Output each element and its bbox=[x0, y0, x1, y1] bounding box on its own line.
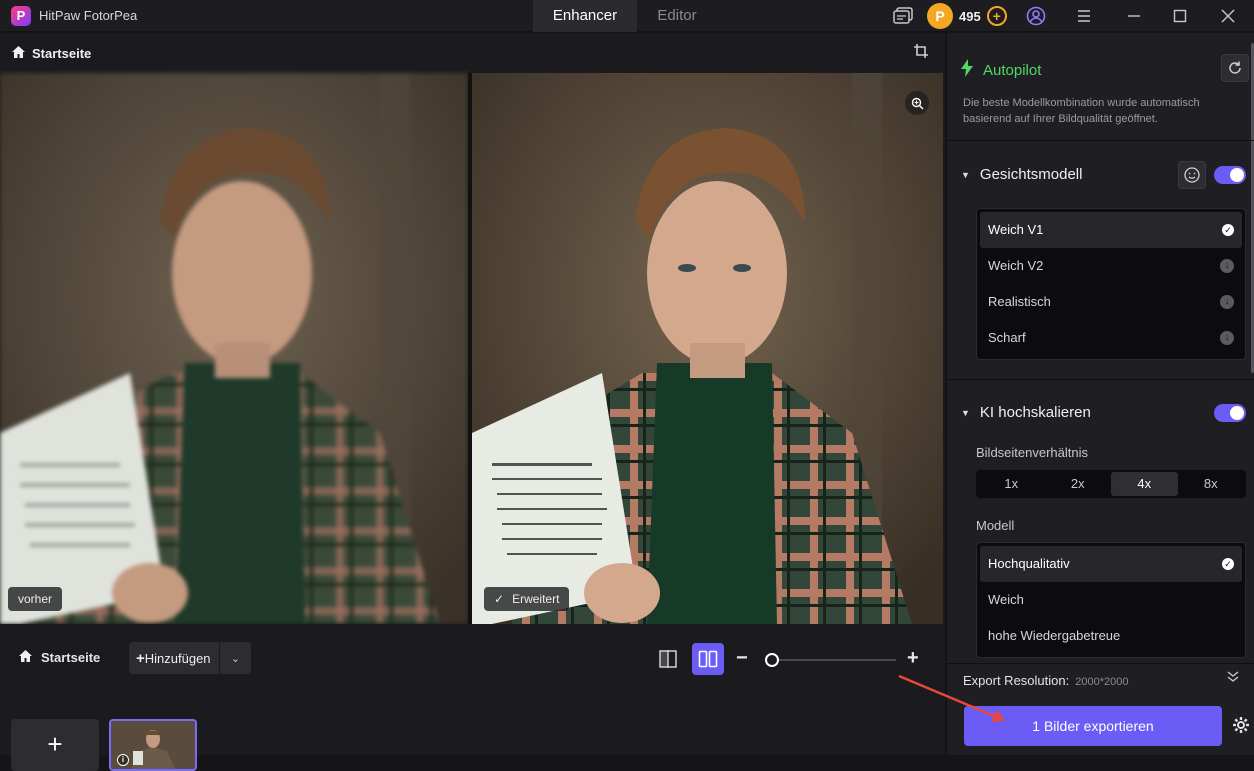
check-icon: ✓ bbox=[494, 592, 505, 606]
preview-pane: Startseite vorher ✓ Erweitert Startseite… bbox=[0, 33, 945, 771]
coin-icon: P bbox=[927, 3, 953, 29]
zoom-in-icon[interactable] bbox=[905, 91, 929, 115]
settings-panel: Autopilot Die beste Modellkombination wu… bbox=[946, 33, 1254, 755]
face-model-toggle[interactable] bbox=[1214, 166, 1246, 184]
add-images-button[interactable]: +Hinzufügen ⌄ bbox=[129, 642, 251, 674]
add-coins-icon[interactable]: + bbox=[986, 6, 1007, 26]
chevron-down-icon[interactable]: ⌄ bbox=[220, 652, 251, 665]
tab-enhancer[interactable]: Enhancer bbox=[533, 0, 637, 32]
coin-balance[interactable]: P 495 + bbox=[927, 3, 1007, 29]
add-thumbnail-button[interactable]: + bbox=[11, 719, 99, 771]
home-label: Startseite bbox=[41, 650, 101, 665]
before-label: vorher bbox=[8, 587, 63, 611]
image-thumbnail[interactable]: i bbox=[109, 719, 197, 771]
zoom-slider[interactable] bbox=[766, 659, 896, 661]
export-button[interactable]: 1 Bilder exportieren bbox=[964, 706, 1222, 746]
refresh-icon[interactable] bbox=[1221, 54, 1249, 82]
upscale-model-option[interactable]: hohe Wiedergabetreue bbox=[980, 618, 1242, 654]
crop-icon[interactable] bbox=[913, 43, 933, 63]
face-icon[interactable] bbox=[1178, 161, 1206, 189]
close-icon[interactable] bbox=[1216, 4, 1240, 28]
after-label: ✓ Erweitert bbox=[484, 587, 570, 611]
upscale-model-list: Hochqualitativ ✓ Weich hohe Wiedergabetre… bbox=[976, 542, 1246, 658]
breadcrumb-home[interactable]: Startseite bbox=[11, 45, 91, 62]
messages-icon[interactable] bbox=[891, 4, 915, 28]
caret-down-icon: ▼ bbox=[961, 407, 970, 418]
scale-option-4x[interactable]: 4x bbox=[1111, 472, 1178, 496]
app-name: HitPaw FotorPea bbox=[39, 8, 138, 23]
add-label: +Hinzufügen bbox=[136, 649, 211, 667]
face-model-option[interactable]: Weich V1 ✓ bbox=[980, 212, 1242, 248]
download-icon[interactable]: ↓ bbox=[1220, 259, 1234, 273]
download-icon[interactable]: ↓ bbox=[1220, 331, 1234, 345]
before-image bbox=[0, 73, 468, 624]
check-icon: ✓ bbox=[1222, 224, 1234, 236]
breadcrumb: Startseite bbox=[0, 33, 945, 73]
caret-down-icon: ▼ bbox=[961, 169, 970, 180]
scale-selector: 1x 2x 4x 8x bbox=[976, 470, 1246, 498]
face-model-header[interactable]: ▼ Gesichtsmodell bbox=[961, 166, 1082, 183]
maximize-icon[interactable] bbox=[1168, 4, 1192, 28]
face-model-list: Weich V1 ✓ Weich V2 ↓ Realistisch ↓ Scharf ↓ bbox=[976, 208, 1246, 360]
zoom-out-button[interactable]: − bbox=[736, 646, 748, 670]
expand-icon[interactable] bbox=[1227, 671, 1239, 686]
face-model-option[interactable]: Realistisch ↓ bbox=[980, 284, 1242, 320]
export-resolution: Export Resolution: 2000*2000 bbox=[963, 673, 1129, 688]
scale-option-2x[interactable]: 2x bbox=[1045, 472, 1112, 496]
gear-icon[interactable] bbox=[1232, 716, 1250, 734]
account-icon[interactable] bbox=[1024, 4, 1048, 28]
scale-option-1x[interactable]: 1x bbox=[978, 472, 1045, 496]
home-icon bbox=[18, 649, 33, 666]
coin-count: 495 bbox=[959, 8, 981, 24]
split-view-icon[interactable] bbox=[654, 645, 682, 673]
lightning-icon bbox=[961, 59, 973, 81]
scale-option-8x[interactable]: 8x bbox=[1178, 472, 1245, 496]
minimize-icon[interactable] bbox=[1122, 4, 1146, 28]
app-logo-icon: P bbox=[11, 6, 31, 26]
upscale-toggle[interactable] bbox=[1214, 404, 1246, 422]
upscale-header[interactable]: ▼ KI hochskalieren bbox=[961, 404, 1091, 421]
download-icon[interactable]: ↓ bbox=[1220, 295, 1234, 309]
autopilot-description: Die beste Modellkombination wurde automa… bbox=[963, 97, 1200, 125]
title-bar: P HitPaw FotorPea Enhancer Editor P 495 … bbox=[0, 0, 1254, 32]
zoom-slider-handle[interactable] bbox=[765, 653, 779, 667]
after-label-text: Erweitert bbox=[512, 592, 560, 606]
side-by-side-view-icon[interactable] bbox=[692, 643, 724, 675]
breadcrumb-label: Startseite bbox=[32, 46, 92, 61]
menu-icon[interactable] bbox=[1072, 4, 1096, 28]
model-label: Modell bbox=[976, 518, 1015, 533]
check-icon: ✓ bbox=[1222, 558, 1234, 570]
autopilot-section: Autopilot Die beste Modellkombination wu… bbox=[947, 33, 1254, 141]
home-icon bbox=[11, 45, 26, 62]
bottom-toolbar: Startseite +Hinzufügen ⌄ − + + i bbox=[0, 624, 945, 771]
zoom-in-button[interactable]: + bbox=[907, 646, 919, 670]
after-image bbox=[472, 73, 943, 624]
autopilot-title: Autopilot bbox=[961, 59, 1041, 81]
tab-editor[interactable]: Editor bbox=[637, 0, 717, 32]
ratio-label: Bildseitenverhältnis bbox=[976, 445, 1089, 460]
face-model-option[interactable]: Weich V2 ↓ bbox=[980, 248, 1242, 284]
upscale-model-option[interactable]: Hochqualitativ ✓ bbox=[980, 546, 1242, 582]
face-model-option[interactable]: Scharf ↓ bbox=[980, 320, 1242, 356]
export-resolution-value: 2000*2000 bbox=[1075, 676, 1129, 688]
upscale-model-option[interactable]: Weich bbox=[980, 582, 1242, 618]
home-button[interactable]: Startseite bbox=[18, 649, 100, 666]
info-icon[interactable]: i bbox=[117, 754, 129, 766]
